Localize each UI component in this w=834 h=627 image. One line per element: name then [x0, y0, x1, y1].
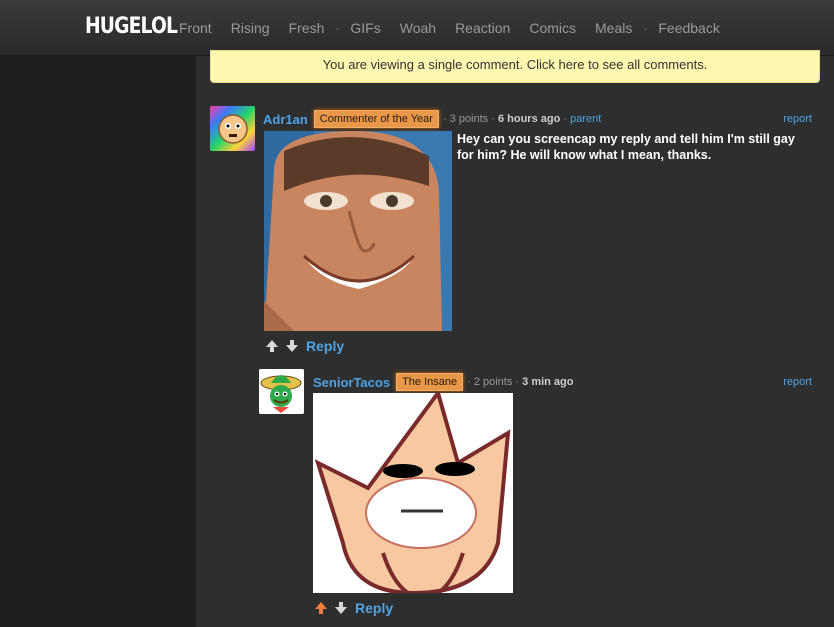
comment-image-cartoon-cat[interactable]: [313, 393, 513, 593]
downvote-arrow-icon[interactable]: [284, 339, 300, 353]
user-badge: Commenter of the Year: [313, 110, 439, 128]
nav-gifs[interactable]: GIFs: [350, 20, 380, 36]
nav-menu: Front Rising Fresh · GIFs Woah Reaction …: [179, 20, 739, 36]
nav-rising[interactable]: Rising: [231, 20, 270, 36]
report-link[interactable]: report: [783, 376, 812, 388]
parent-link[interactable]: parent: [570, 113, 601, 125]
comment-username[interactable]: Adr1an: [263, 112, 308, 127]
upvote-arrow-icon[interactable]: [264, 339, 280, 353]
reply-comment-actions: Reply: [313, 600, 393, 616]
nav-meals[interactable]: Meals: [595, 20, 632, 36]
nav-front[interactable]: Front: [179, 20, 212, 36]
nav-comics[interactable]: Comics: [529, 20, 576, 36]
top-navbar: HUGELOL Front Rising Fresh · GIFs Woah R…: [0, 0, 834, 56]
comment-actions: Reply: [264, 338, 344, 354]
nav-reaction[interactable]: Reaction: [455, 20, 510, 36]
comment-image-face[interactable]: [264, 131, 452, 331]
report-link[interactable]: report: [783, 113, 812, 125]
comment-points: · 2 points ·: [467, 376, 520, 388]
nav-separator: ·: [643, 21, 648, 35]
comment-text: Hey can you screencap my reply and tell …: [457, 132, 795, 162]
avatar-seniortacos[interactable]: [259, 369, 304, 414]
nav-feedback[interactable]: Feedback: [658, 20, 719, 36]
nav-fresh[interactable]: Fresh: [289, 20, 325, 36]
comment-username[interactable]: SeniorTacos: [313, 375, 390, 390]
downvote-arrow-icon[interactable]: [333, 601, 349, 615]
reply-button[interactable]: Reply: [306, 338, 344, 354]
reply-comment-header: SeniorTacos The Insane · 2 points · 3 mi…: [313, 373, 573, 391]
meta-dot: ·: [563, 113, 568, 125]
single-comment-notice[interactable]: You are viewing a single comment. Click …: [210, 50, 820, 83]
nav-separator: ·: [335, 21, 340, 35]
left-sidebar: [0, 56, 196, 627]
avatar-adr1an[interactable]: [210, 106, 255, 151]
upvote-arrow-icon[interactable]: [313, 601, 329, 615]
comment-time[interactable]: 6 hours ago: [498, 113, 560, 125]
user-badge: The Insane: [396, 373, 464, 391]
comment-points: · 3 points ·: [442, 113, 495, 125]
reply-button[interactable]: Reply: [355, 600, 393, 616]
comment-time[interactable]: 3 min ago: [522, 376, 573, 388]
comment-header: Adr1an Commenter of the Year · 3 points …: [263, 110, 601, 128]
nav-woah[interactable]: Woah: [400, 20, 436, 36]
site-logo[interactable]: HUGELOL: [85, 14, 178, 39]
